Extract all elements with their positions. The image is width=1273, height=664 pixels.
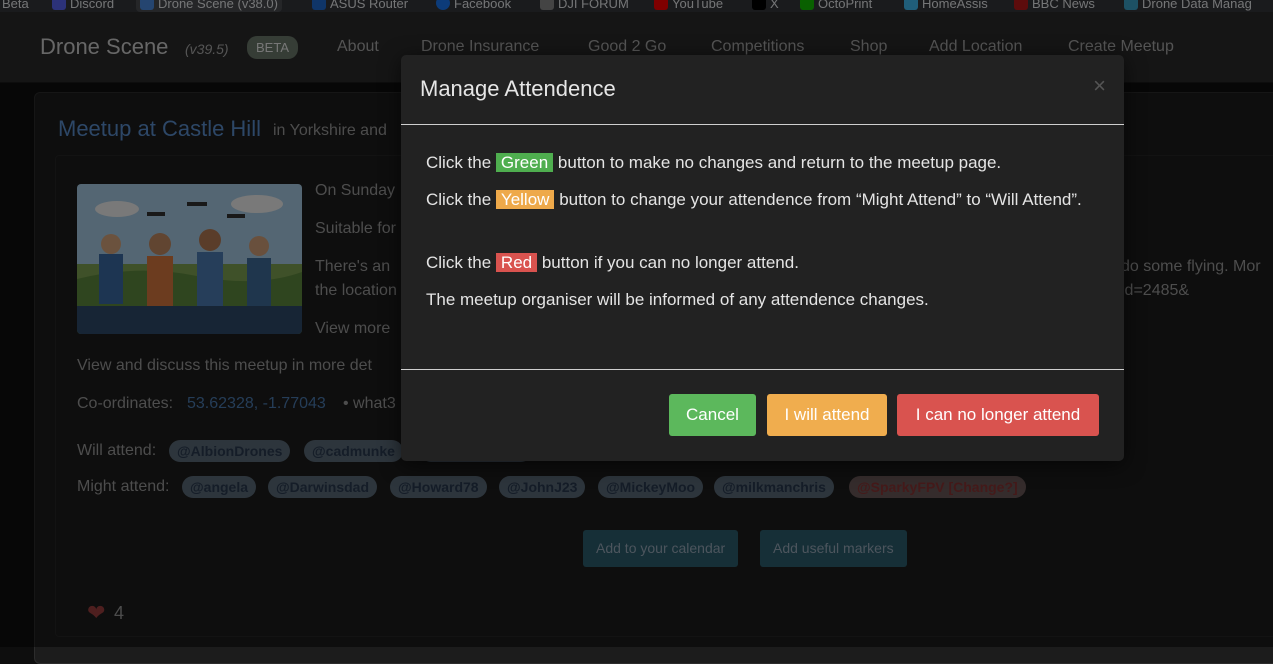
instruction-green: Click the Green button to make no change…: [426, 150, 1096, 175]
modal-footer-divider: [401, 369, 1124, 370]
red-highlight: Red: [495, 253, 538, 272]
instruction-text: button if you can no longer attend.: [541, 253, 799, 272]
instruction-red: Click the Red button if you can no longe…: [426, 250, 1096, 275]
green-highlight: Green: [495, 153, 554, 172]
manage-attendance-modal: Manage Attendence × Click the Green butt…: [401, 55, 1124, 461]
instruction-text: Click the: [426, 190, 492, 209]
modal-title: Manage Attendence: [420, 76, 616, 101]
modal-header-divider: [401, 124, 1124, 125]
instruction-text: button to change your attendence from “M…: [559, 190, 1082, 209]
instruction-text: Click the: [426, 253, 492, 272]
instruction-text: button to make no changes and return to …: [557, 153, 1002, 172]
will-attend-button[interactable]: I will attend: [767, 394, 887, 436]
yellow-highlight: Yellow: [495, 190, 555, 209]
instruction-text: Click the: [426, 153, 492, 172]
close-icon[interactable]: ×: [1093, 73, 1106, 99]
cancel-button[interactable]: Cancel: [669, 394, 756, 436]
instruction-yellow: Click the Yellow button to change your a…: [426, 187, 1096, 212]
organiser-notice: The meetup organiser will be informed of…: [426, 290, 929, 309]
no-longer-attend-button[interactable]: I can no longer attend: [897, 394, 1099, 436]
